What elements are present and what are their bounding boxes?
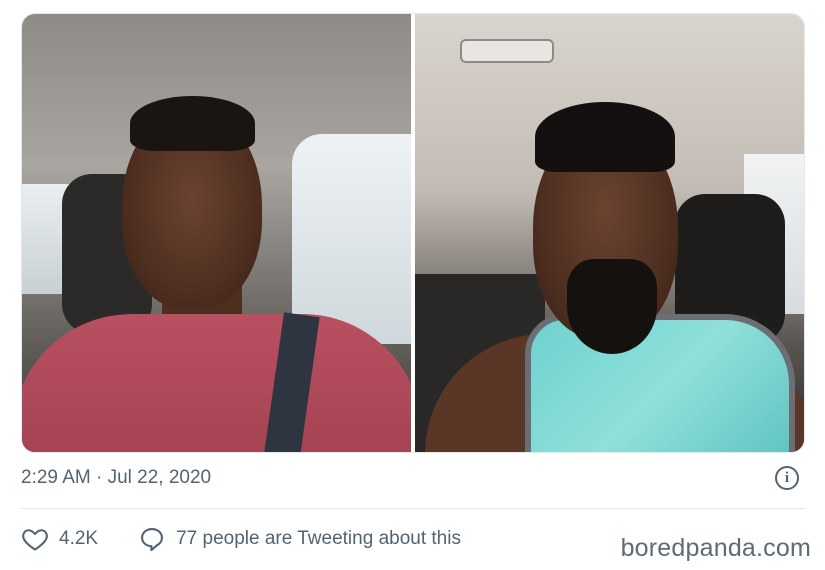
- car-window: [292, 134, 411, 344]
- hair: [130, 96, 255, 151]
- tweet-media-grid: [21, 13, 805, 453]
- conversation-text: 77 people are Tweeting about this: [176, 528, 461, 549]
- conversation-link[interactable]: 77 people are Tweeting about this: [138, 525, 461, 553]
- tweet-photo-1[interactable]: [22, 14, 411, 452]
- tweet-photo-2[interactable]: [415, 14, 804, 452]
- hair: [535, 102, 675, 172]
- car-dome-light: [460, 39, 554, 63]
- tweet-actions: 4.2K 77 people are Tweeting about this: [21, 525, 501, 553]
- info-icon[interactable]: i: [775, 466, 799, 490]
- like-button[interactable]: 4.2K: [21, 525, 98, 553]
- heart-icon: [22, 529, 48, 551]
- speech-bubble-icon: [141, 528, 164, 552]
- tank-top: [525, 314, 795, 452]
- likes-count: 4.2K: [59, 528, 99, 549]
- watermark: boredpanda.com: [620, 534, 811, 562]
- tweet-timestamp[interactable]: 2:29 AM · Jul 22, 2020: [21, 467, 211, 489]
- beard: [567, 259, 657, 354]
- divider: [21, 508, 805, 509]
- red-shirt: [22, 314, 411, 452]
